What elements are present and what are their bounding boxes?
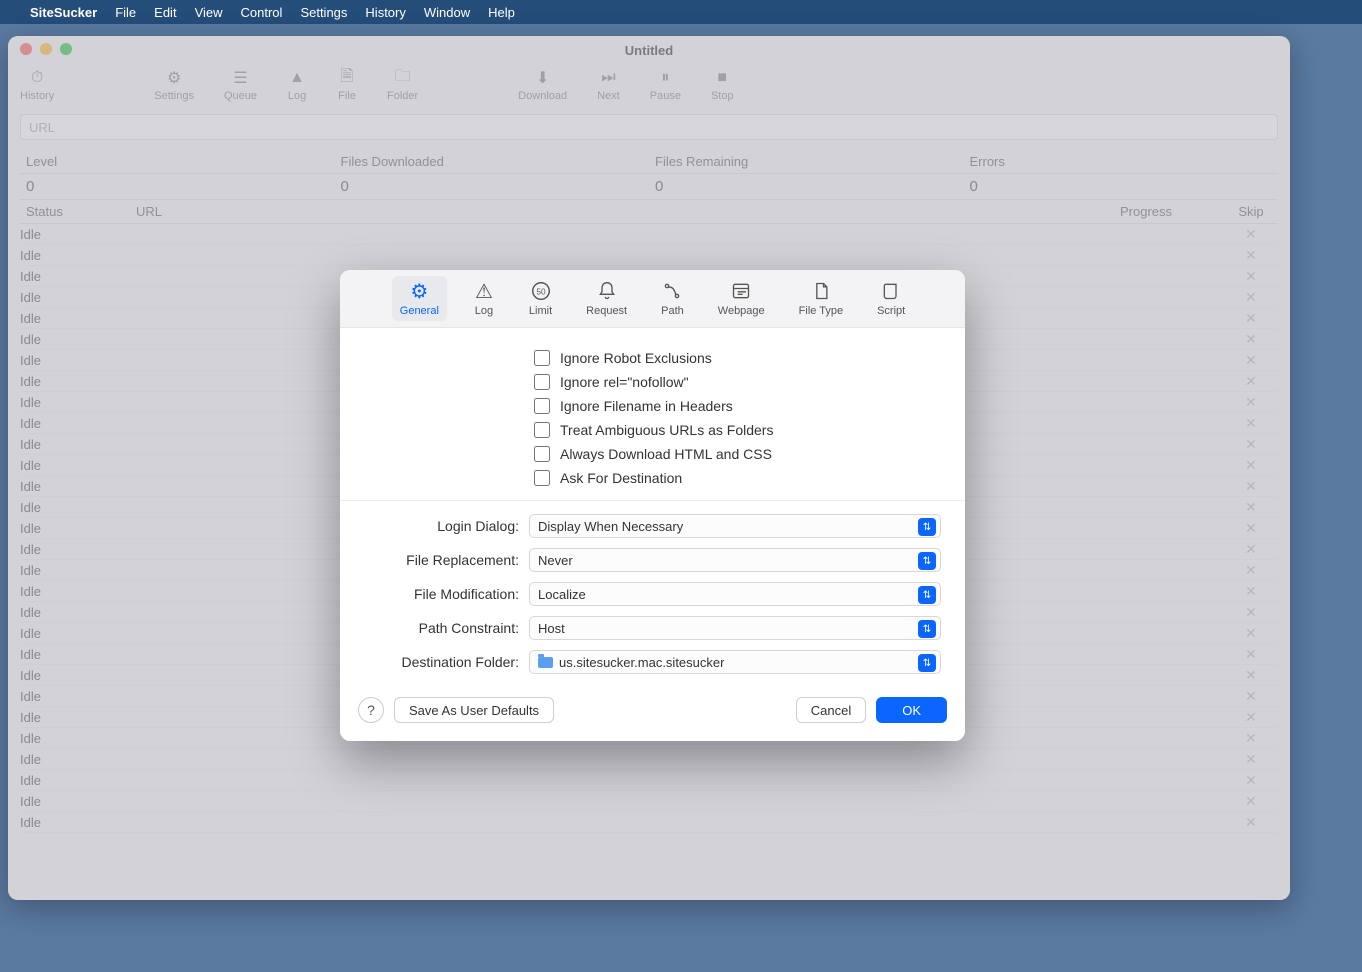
check-ask-destination[interactable] [534, 470, 550, 486]
destination-folder-value: us.sitesucker.mac.sitesucker [559, 655, 724, 670]
check-ignore-robot-label: Ignore Robot Exclusions [560, 350, 712, 366]
file-replacement-select[interactable]: Never ⇅ [529, 548, 941, 572]
check-treat-ambiguous[interactable] [534, 422, 550, 438]
chevron-updown-icon: ⇅ [918, 586, 936, 604]
login-dialog-value: Display When Necessary [538, 519, 683, 534]
save-defaults-button[interactable]: Save As User Defaults [394, 697, 554, 723]
chevron-updown-icon: ⇅ [918, 654, 936, 672]
settings-dialog: ⚙ General ⚠ Log 50 Limit Request Path Webpa… [340, 270, 965, 741]
menu-window[interactable]: Window [424, 5, 470, 20]
menu-history[interactable]: History [365, 5, 405, 20]
limit-icon: 50 [530, 280, 552, 302]
login-dialog-select[interactable]: Display When Necessary ⇅ [529, 514, 941, 538]
tab-general-label: General [400, 305, 439, 317]
menu-view[interactable]: View [195, 5, 223, 20]
path-constraint-label: Path Constraint: [364, 620, 519, 636]
file-replacement-value: Never [538, 553, 573, 568]
path-icon [661, 280, 683, 302]
check-ignore-robot[interactable] [534, 350, 550, 366]
destination-folder-select[interactable]: us.sitesucker.mac.sitesucker ⇅ [529, 650, 941, 674]
file-replacement-label: File Replacement: [364, 552, 519, 568]
tab-path[interactable]: Path [653, 276, 692, 321]
folder-icon [538, 657, 553, 668]
check-treat-ambiguous-label: Treat Ambiguous URLs as Folders [560, 422, 773, 438]
chevron-updown-icon: ⇅ [918, 552, 936, 570]
dialog-tabs: ⚙ General ⚠ Log 50 Limit Request Path Webpa… [340, 270, 965, 328]
tab-webpage-label: Webpage [718, 305, 765, 317]
tab-log[interactable]: ⚠ Log [465, 276, 503, 321]
destination-folder-label: Destination Folder: [364, 654, 519, 670]
login-dialog-label: Login Dialog: [364, 518, 519, 534]
check-ignore-filename-label: Ignore Filename in Headers [560, 398, 733, 414]
tab-request-label: Request [586, 305, 627, 317]
bell-icon [596, 280, 618, 302]
file-modification-select[interactable]: Localize ⇅ [529, 582, 941, 606]
menu-settings[interactable]: Settings [300, 5, 347, 20]
menubar: SiteSucker File Edit View Control Settin… [0, 0, 1362, 24]
document-icon [810, 280, 832, 302]
cancel-button[interactable]: Cancel [796, 697, 866, 723]
check-always-download[interactable] [534, 446, 550, 462]
menu-control[interactable]: Control [241, 5, 283, 20]
tab-limit[interactable]: 50 Limit [521, 276, 560, 321]
chevron-updown-icon: ⇅ [918, 620, 936, 638]
tab-webpage[interactable]: Webpage [710, 276, 773, 321]
webpage-icon [730, 280, 752, 302]
menu-edit[interactable]: Edit [154, 5, 176, 20]
dialog-body: Ignore Robot Exclusions Ignore rel="nofo… [340, 328, 965, 683]
tab-request[interactable]: Request [578, 276, 635, 321]
help-button[interactable]: ? [358, 697, 384, 723]
check-ignore-filename[interactable] [534, 398, 550, 414]
tab-path-label: Path [661, 305, 684, 317]
tab-limit-label: Limit [529, 305, 552, 317]
menu-help[interactable]: Help [488, 5, 515, 20]
file-modification-value: Localize [538, 587, 586, 602]
app-menu[interactable]: SiteSucker [30, 5, 97, 20]
check-ignore-nofollow-label: Ignore rel="nofollow" [560, 374, 689, 390]
dialog-footer: ? Save As User Defaults Cancel OK [340, 683, 965, 741]
tab-script-label: Script [877, 305, 905, 317]
check-always-download-label: Always Download HTML and CSS [560, 446, 772, 462]
tab-general[interactable]: ⚙ General [392, 276, 447, 321]
gear-icon: ⚙ [408, 280, 430, 302]
check-ask-destination-label: Ask For Destination [560, 470, 682, 486]
warning-icon: ⚠ [473, 280, 495, 302]
file-modification-label: File Modification: [364, 586, 519, 602]
ok-button[interactable]: OK [876, 697, 947, 723]
menu-file[interactable]: File [115, 5, 136, 20]
svg-text:50: 50 [536, 288, 546, 297]
chevron-updown-icon: ⇅ [918, 518, 936, 536]
check-ignore-nofollow[interactable] [534, 374, 550, 390]
path-constraint-value: Host [538, 621, 565, 636]
tab-script[interactable]: Script [869, 276, 913, 321]
tab-file-type[interactable]: File Type [791, 276, 851, 321]
tab-file-type-label: File Type [799, 305, 843, 317]
script-icon [880, 280, 902, 302]
tab-log-label: Log [475, 305, 493, 317]
path-constraint-select[interactable]: Host ⇅ [529, 616, 941, 640]
